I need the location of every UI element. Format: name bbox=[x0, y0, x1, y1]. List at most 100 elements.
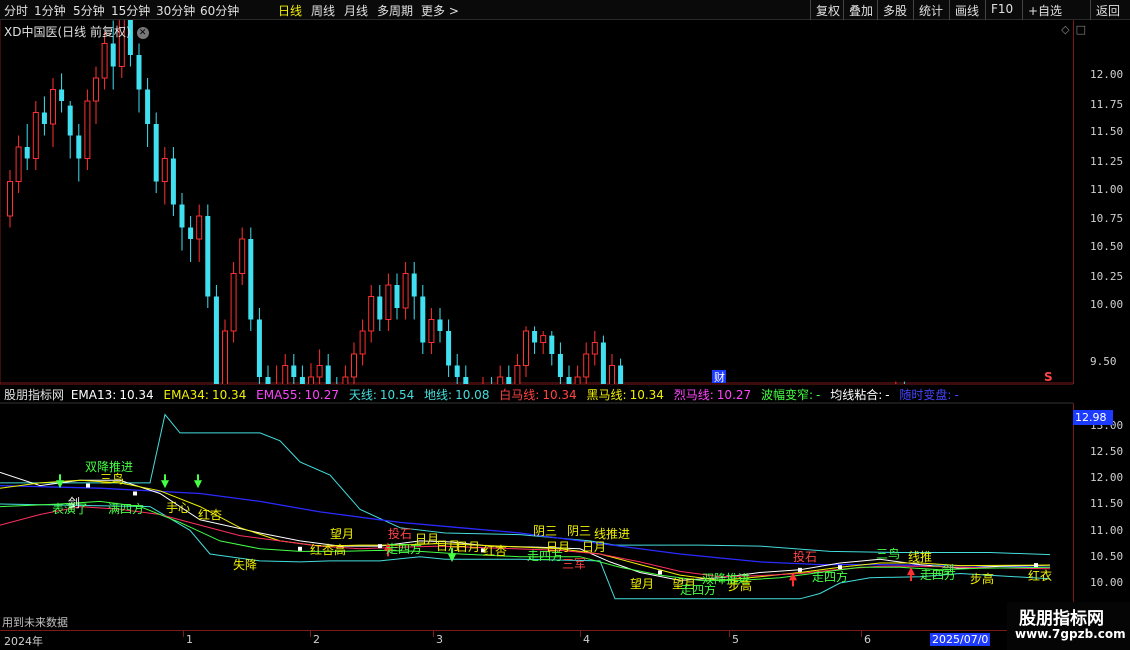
finance-marker: 财 bbox=[714, 370, 725, 384]
signal-label: 阴三 bbox=[533, 524, 558, 538]
indicator-tick: 11.50 bbox=[1090, 497, 1124, 510]
param-black-horse: 黑马线: 10.34 bbox=[586, 388, 664, 402]
signal-label: 线推 bbox=[908, 550, 933, 564]
watermark: 股朋指标网 www.7gpzb.com bbox=[1007, 602, 1130, 650]
time-separator bbox=[183, 631, 184, 637]
tab-timeshare[interactable]: 分时 bbox=[4, 2, 28, 19]
chart-title: XD中国医(日线 前复权) ✕ bbox=[4, 23, 149, 40]
time-label: 2024年 bbox=[4, 635, 43, 648]
candle-body bbox=[540, 335, 547, 344]
candle-body bbox=[411, 273, 417, 297]
candle-body bbox=[532, 331, 538, 343]
price-axis: 12.00 11.75 11.50 11.25 11.00 10.75 10.5… bbox=[1073, 20, 1130, 384]
stock-title: XD中国医(日线 前复权) bbox=[4, 25, 131, 39]
tab-weekly[interactable]: 周线 bbox=[311, 2, 335, 19]
indicator-name[interactable]: 股朋指标网 bbox=[4, 388, 64, 402]
candle-body bbox=[15, 146, 22, 182]
candle-body bbox=[591, 342, 598, 355]
signal-label: 望月 bbox=[330, 527, 355, 541]
signal-label: 三鸟 bbox=[876, 547, 901, 561]
signal-dot bbox=[378, 544, 382, 549]
time-label: 4 bbox=[583, 633, 590, 646]
tab-1min[interactable]: 1分钟 bbox=[34, 2, 66, 19]
candle-body bbox=[282, 365, 289, 384]
signal-dot bbox=[86, 483, 90, 488]
candle-body bbox=[136, 55, 142, 90]
candle-body bbox=[239, 238, 246, 274]
stats-button[interactable]: 统计 bbox=[913, 0, 948, 20]
ema-green-line bbox=[0, 500, 1051, 581]
tab-15min[interactable]: 15分钟 bbox=[111, 2, 150, 19]
indicator-current-value: 12.98 bbox=[1073, 410, 1113, 425]
param-ma-converge: 均线粘合: - bbox=[830, 388, 890, 402]
signal-label: 满四方 bbox=[108, 502, 145, 516]
candle-body bbox=[248, 239, 254, 320]
time-label: 1 bbox=[186, 633, 193, 646]
tab-daily[interactable]: 日线 bbox=[278, 2, 302, 19]
tab-multi-period[interactable]: 多周期 bbox=[377, 2, 413, 19]
candle-body bbox=[188, 227, 194, 239]
candle-body bbox=[24, 147, 30, 159]
multi-stock-button[interactable]: 多股 bbox=[877, 0, 912, 20]
signal-label: 三鸟 bbox=[100, 472, 125, 486]
candle-body bbox=[230, 273, 237, 332]
signal-label: 红衣 bbox=[1028, 569, 1053, 583]
candle-body bbox=[549, 335, 555, 354]
candle-body bbox=[205, 216, 211, 297]
candle-body bbox=[377, 296, 383, 320]
kline-chart[interactable]: ←12.31←9.45财S bbox=[0, 20, 1073, 384]
adjust-button[interactable]: 复权 bbox=[810, 0, 845, 20]
signal-label: 红杏高 bbox=[310, 543, 347, 557]
indicator-chart[interactable] bbox=[0, 384, 1073, 630]
candle-body bbox=[420, 296, 426, 343]
overlay-button[interactable]: 叠加 bbox=[843, 0, 878, 20]
signal-label: 日月 bbox=[546, 540, 571, 554]
signal-arrow-down bbox=[194, 480, 202, 489]
candle-body bbox=[145, 89, 151, 124]
candle-body bbox=[497, 376, 504, 384]
param-ema55: EMA55: 10.27 bbox=[256, 388, 339, 402]
price-tick: 10.75 bbox=[1090, 212, 1124, 225]
candle-body bbox=[50, 89, 56, 125]
tab-monthly[interactable]: 月线 bbox=[344, 2, 368, 19]
current-date-label: 2025/07/0 bbox=[930, 633, 991, 646]
signal-dot bbox=[658, 570, 662, 575]
candle-body bbox=[566, 377, 572, 384]
candle-body bbox=[609, 365, 615, 384]
signal-label: 望月 bbox=[630, 577, 655, 591]
tab-5min[interactable]: 5分钟 bbox=[73, 2, 105, 19]
draw-line-button[interactable]: 画线 bbox=[949, 0, 984, 20]
time-separator bbox=[310, 631, 311, 637]
price-tick: 10.50 bbox=[1090, 240, 1124, 253]
tab-60min[interactable]: 60分钟 bbox=[200, 2, 239, 19]
signal-label: 阴三 bbox=[567, 524, 592, 538]
close-icon[interactable]: ✕ bbox=[136, 27, 149, 39]
signal-arrow-down bbox=[448, 554, 456, 563]
tab-30min[interactable]: 30分钟 bbox=[156, 2, 195, 19]
candle-body bbox=[110, 43, 116, 67]
signal-label: 手心 bbox=[166, 501, 191, 515]
back-button[interactable]: 返回 bbox=[1090, 0, 1125, 20]
ema-red-line bbox=[0, 506, 1051, 578]
signal-label: 走四方 bbox=[920, 568, 957, 582]
signal-label: 剑 bbox=[68, 496, 81, 510]
candle-body bbox=[523, 330, 529, 366]
candle-body bbox=[351, 353, 357, 378]
candle-body bbox=[76, 135, 82, 159]
tab-more[interactable]: 更多 > bbox=[421, 2, 459, 19]
f10-button[interactable]: F10 bbox=[985, 0, 1018, 20]
candle-body bbox=[463, 377, 469, 384]
candle-body bbox=[437, 319, 443, 331]
time-separator bbox=[433, 631, 434, 637]
price-tick: 12.00 bbox=[1090, 68, 1124, 81]
candle-body bbox=[402, 273, 409, 309]
candle-body bbox=[161, 158, 168, 182]
candle-body bbox=[101, 43, 108, 79]
candle-body bbox=[213, 296, 219, 384]
signal-label: 日月 bbox=[456, 540, 481, 554]
param-ema34: EMA34: 10.34 bbox=[163, 388, 247, 402]
time-label: 5 bbox=[732, 633, 739, 646]
add-watchlist-button[interactable]: +自选 bbox=[1022, 0, 1067, 20]
candle-body bbox=[291, 365, 297, 377]
signal-label: 三军 bbox=[562, 557, 587, 571]
